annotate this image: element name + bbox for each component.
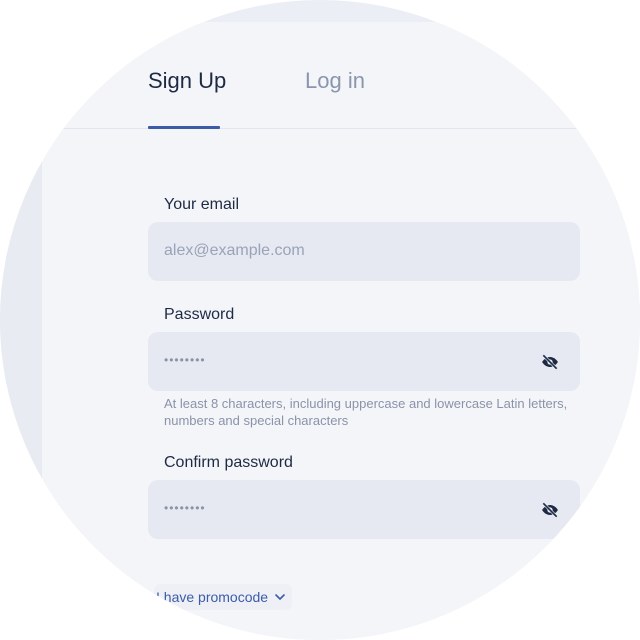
chevron-down-icon — [275, 594, 285, 600]
screen-viewport: Sign Up Log in Your email alex@example.c… — [0, 0, 640, 640]
eye-off-icon[interactable] — [540, 500, 560, 520]
password-hint: At least 8 characters, including upperca… — [164, 396, 568, 428]
confirm-password-field[interactable]: •••••••• — [148, 480, 580, 539]
email-label: Your email — [164, 196, 240, 213]
password-label: Password — [164, 306, 235, 323]
active-tab-indicator — [148, 126, 220, 129]
confirm-password-label: Confirm password — [164, 454, 293, 471]
confirm-password-masked-value: •••••••• — [164, 501, 206, 515]
password-field[interactable]: •••••••• — [148, 332, 580, 391]
auth-card: Sign Up Log in Your email alex@example.c… — [0, 22, 640, 640]
tab-log-in[interactable]: Log in — [305, 68, 365, 94]
eye-off-icon[interactable] — [540, 352, 560, 372]
auth-tabs: Sign Up Log in — [0, 22, 640, 130]
password-masked-value: •••••••• — [164, 353, 206, 367]
promocode-label: I have promocode — [156, 589, 269, 605]
tabs-divider — [0, 128, 640, 129]
promocode-toggle[interactable]: I have promocode — [154, 584, 293, 610]
tab-sign-up[interactable]: Sign Up — [148, 68, 226, 94]
email-placeholder: alex@example.com — [164, 242, 305, 259]
side-panel-edge — [0, 130, 42, 640]
email-field[interactable]: alex@example.com — [148, 222, 580, 281]
